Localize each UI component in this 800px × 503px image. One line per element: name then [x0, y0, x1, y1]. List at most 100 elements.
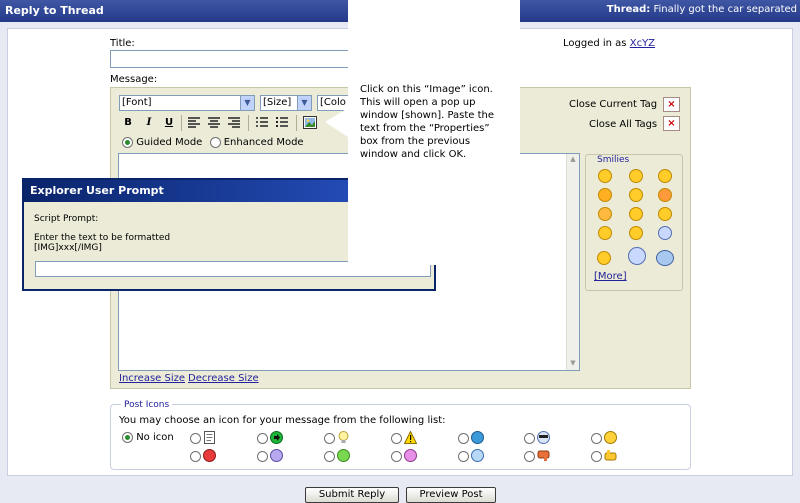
increase-size-link[interactable]: Increase Size [119, 373, 185, 384]
close-all-tags-label: Close All Tags [589, 119, 658, 130]
thread-info: Thread: Finally got the car separated [607, 4, 797, 15]
laugh-icon[interactable] [629, 207, 643, 221]
page-title: Reply to Thread [5, 4, 104, 17]
post-icon-radio[interactable] [391, 451, 402, 462]
bullet-list-icon[interactable] [276, 117, 288, 128]
no-icon-label: No icon [136, 432, 174, 443]
grin-icon[interactable] [658, 169, 672, 183]
italic-button[interactable]: I [142, 116, 156, 130]
smile-icon[interactable] [598, 169, 612, 183]
cool-face-icon [537, 431, 550, 444]
devil-icon[interactable] [628, 247, 646, 265]
mode-toggle: Guided Mode Enhanced Mode [122, 137, 304, 149]
mad-icon[interactable] [658, 188, 672, 202]
arrow-right-icon [270, 431, 283, 444]
eek-icon[interactable] [658, 226, 672, 240]
enhanced-mode-radio[interactable] [209, 137, 221, 148]
post-icons-instructions: You may choose an icon for your message … [119, 415, 446, 426]
post-icon-radio[interactable] [324, 433, 335, 444]
font-select-value: [Font] [122, 97, 152, 108]
confused-icon[interactable] [658, 207, 672, 221]
message-label: Message: [110, 74, 158, 85]
prompt-script-label: Script Prompt: [34, 214, 99, 224]
post-icon-radio[interactable] [190, 433, 201, 444]
lightbulb-icon [338, 431, 349, 443]
approve-icon[interactable] [656, 250, 674, 266]
title-label: Title: [110, 38, 135, 49]
angry-face-icon [203, 449, 216, 462]
font-select[interactable]: [Font] ▼ [119, 95, 255, 111]
tongue-icon[interactable] [629, 226, 643, 240]
post-icon-radio[interactable] [524, 451, 535, 462]
thread-label: Thread: [606, 4, 651, 15]
thumbs-up-smilie-icon[interactable] [597, 251, 611, 265]
post-icon-radio[interactable] [524, 433, 535, 444]
align-center-icon[interactable] [208, 117, 220, 128]
prompt-line-1: Enter the text to be formatted [34, 233, 171, 243]
numbered-list-icon[interactable] [256, 117, 268, 128]
align-right-icon[interactable] [228, 117, 240, 128]
scroll-down-icon[interactable]: ▼ [568, 359, 578, 369]
title-input[interactable] [110, 50, 360, 68]
tongue-face-icon [404, 449, 417, 462]
no-icon-radio[interactable] [122, 432, 133, 443]
prompt-line-2: [IMG]xxx[/IMG] [34, 243, 102, 253]
post-icon-radio[interactable] [324, 451, 335, 462]
align-left-icon[interactable] [188, 117, 200, 128]
textarea-scrollbar[interactable]: ▲ ▼ [566, 154, 579, 370]
smilies-panel: Smilies [More] [585, 154, 683, 291]
submit-reply-button[interactable]: Submit Reply [305, 487, 399, 503]
post-icon-radio[interactable] [591, 451, 602, 462]
post-icon-radio[interactable] [458, 433, 469, 444]
underline-button[interactable]: U [162, 116, 176, 130]
thumbs-down-icon [537, 450, 550, 461]
post-icon-radio[interactable] [257, 433, 268, 444]
username-link[interactable]: XcYZ [630, 38, 655, 49]
post-icon-radio[interactable] [391, 433, 402, 444]
post-icon-radio[interactable] [458, 451, 469, 462]
smiley-big-icon[interactable] [598, 188, 612, 202]
close-all-tags-button[interactable]: × [663, 116, 680, 131]
grin-face-icon [337, 449, 350, 462]
thread-title: Finally got the car separated [653, 4, 798, 15]
wink-icon[interactable] [629, 169, 643, 183]
wink-face-icon [471, 449, 484, 462]
no-icon-option[interactable]: No icon [122, 432, 174, 444]
tutorial-callout: Click on this “Image” icon. This will op… [348, 0, 520, 265]
toolbar-divider [296, 115, 297, 131]
post-icon-radio[interactable] [257, 451, 268, 462]
toolbar-divider [248, 115, 249, 131]
decrease-size-link[interactable]: Decrease Size [188, 373, 259, 384]
chevron-down-icon: ▼ [240, 96, 254, 110]
logged-in-text: Logged in as XcYZ [563, 38, 655, 49]
biggrin-icon[interactable] [629, 188, 643, 202]
callout-pointer [325, 108, 348, 137]
smilies-title: Smilies [597, 155, 630, 165]
callout-text: Click on this “Image” icon. This will op… [360, 84, 495, 160]
document-icon [204, 431, 215, 444]
preview-post-button[interactable]: Preview Post [406, 487, 496, 503]
post-icon-radio[interactable] [591, 433, 602, 444]
post-icon-radio[interactable] [190, 451, 201, 462]
close-current-tag-button[interactable]: × [663, 97, 680, 112]
close-current-tag-label: Close Current Tag [569, 99, 658, 110]
toolbar-divider [181, 115, 182, 131]
color-select-value: [Colo [320, 97, 346, 108]
smile-face-icon [604, 431, 617, 444]
smilies-more-link[interactable]: [More] [594, 271, 627, 282]
guided-mode-radio[interactable] [122, 137, 133, 148]
image-icon[interactable] [303, 116, 317, 129]
cool-icon[interactable] [598, 226, 612, 240]
bold-button[interactable]: B [121, 116, 135, 130]
logged-in-prefix: Logged in as [563, 38, 627, 49]
scroll-up-icon[interactable]: ▲ [568, 155, 578, 165]
enhanced-mode-label: Enhanced Mode [223, 137, 304, 148]
chevron-down-icon: ▼ [297, 96, 311, 110]
guided-mode-label: Guided Mode [136, 137, 203, 148]
thumbs-up-icon [604, 450, 617, 461]
question-icon [471, 431, 484, 444]
frown-icon[interactable] [598, 207, 612, 221]
sad-face-icon [270, 449, 283, 462]
post-icons-legend: Post Icons [121, 400, 173, 410]
size-select[interactable]: [Size] ▼ [260, 95, 312, 111]
